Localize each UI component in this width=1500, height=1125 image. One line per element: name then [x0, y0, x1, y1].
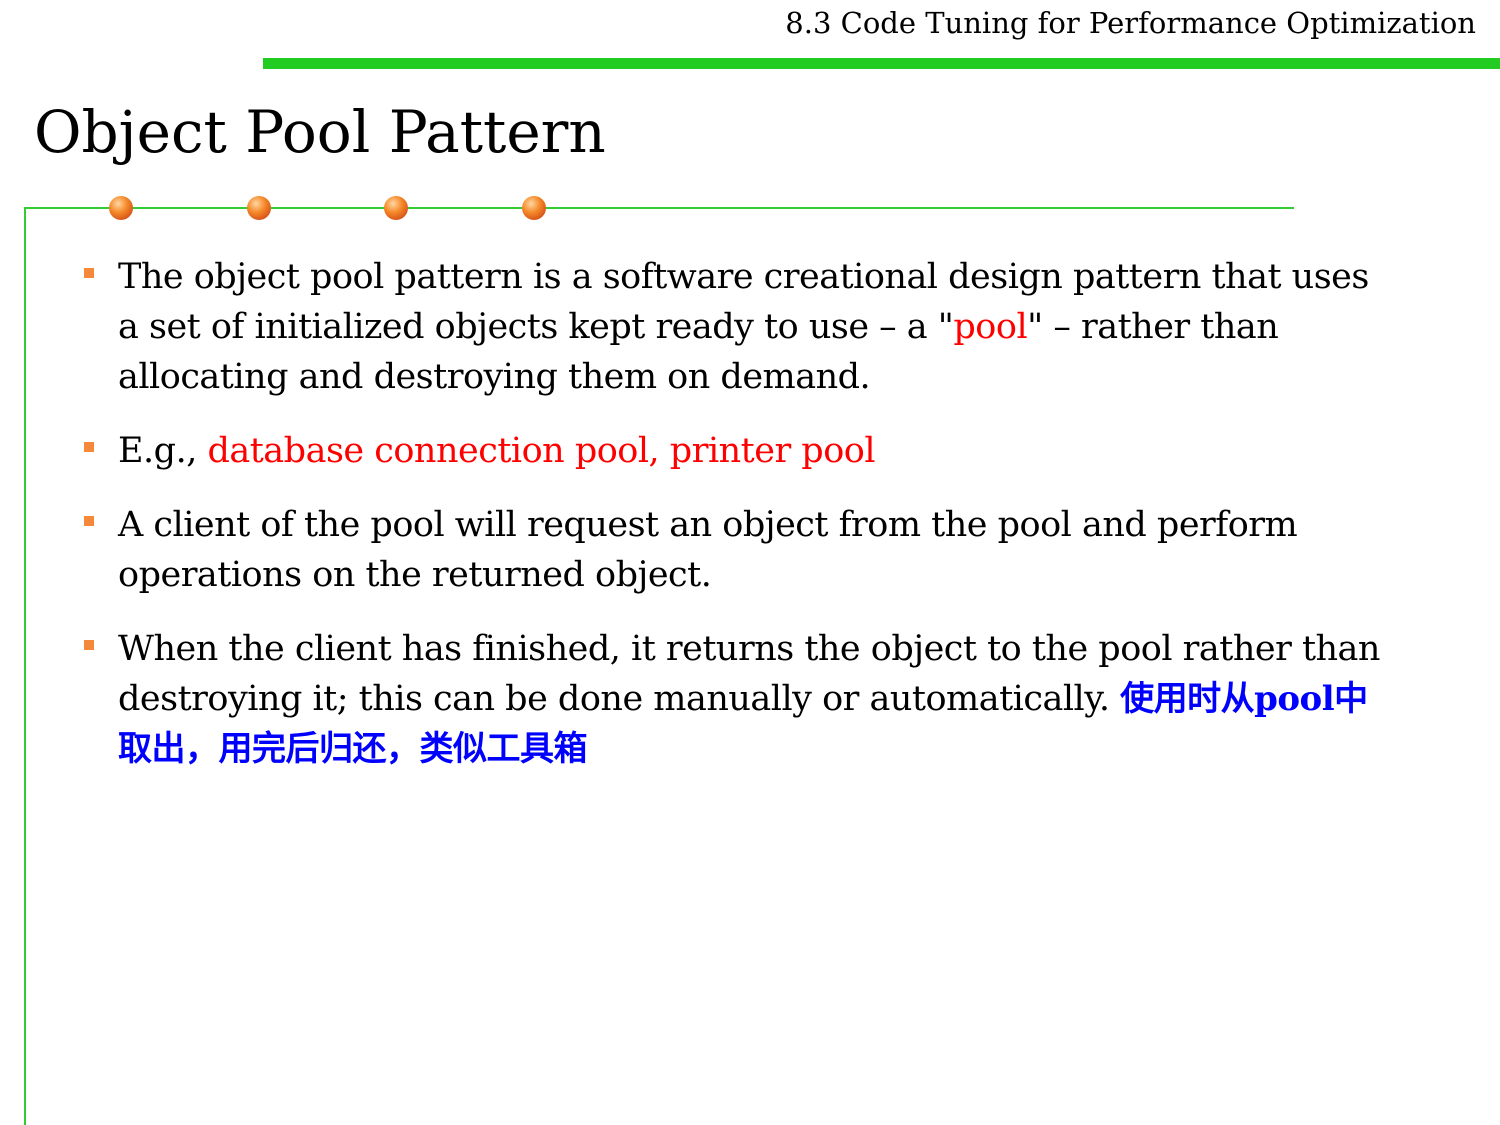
- bullet-item-examples: E.g., database connection pool, printer …: [82, 426, 1382, 476]
- square-bullet-icon: [84, 268, 94, 278]
- page-title: Object Pool Pattern: [34, 98, 606, 166]
- decorative-orange-dot-1: [109, 196, 133, 220]
- header-accent-bar: [263, 58, 1500, 69]
- bullet-item-definition: The object pool pattern is a software cr…: [82, 252, 1382, 402]
- bullet-text: E.g.,: [118, 431, 208, 471]
- chinese-note-term: pool: [1254, 679, 1335, 719]
- decorative-orange-dot-4: [522, 196, 546, 220]
- decorative-orange-dot-3: [384, 196, 408, 220]
- square-bullet-icon: [84, 442, 94, 452]
- square-bullet-icon: [84, 640, 94, 650]
- highlight-term: pool: [953, 307, 1028, 347]
- frame-top-line: [24, 207, 1294, 209]
- bullet-text: A client of the pool will request an obj…: [118, 505, 1298, 595]
- slide-content: The object pool pattern is a software cr…: [82, 252, 1382, 798]
- chinese-note-part-1: 使用时从: [1120, 679, 1255, 719]
- section-title: 8.3 Code Tuning for Performance Optimiza…: [785, 6, 1476, 40]
- frame-left-line: [24, 207, 26, 1125]
- bullet-item-client-return: When the client has finished, it returns…: [82, 624, 1382, 774]
- bullet-item-client-request: A client of the pool will request an obj…: [82, 500, 1382, 600]
- decorative-orange-dot-2: [247, 196, 271, 220]
- square-bullet-icon: [84, 516, 94, 526]
- highlight-examples: database connection pool, printer pool: [207, 431, 876, 471]
